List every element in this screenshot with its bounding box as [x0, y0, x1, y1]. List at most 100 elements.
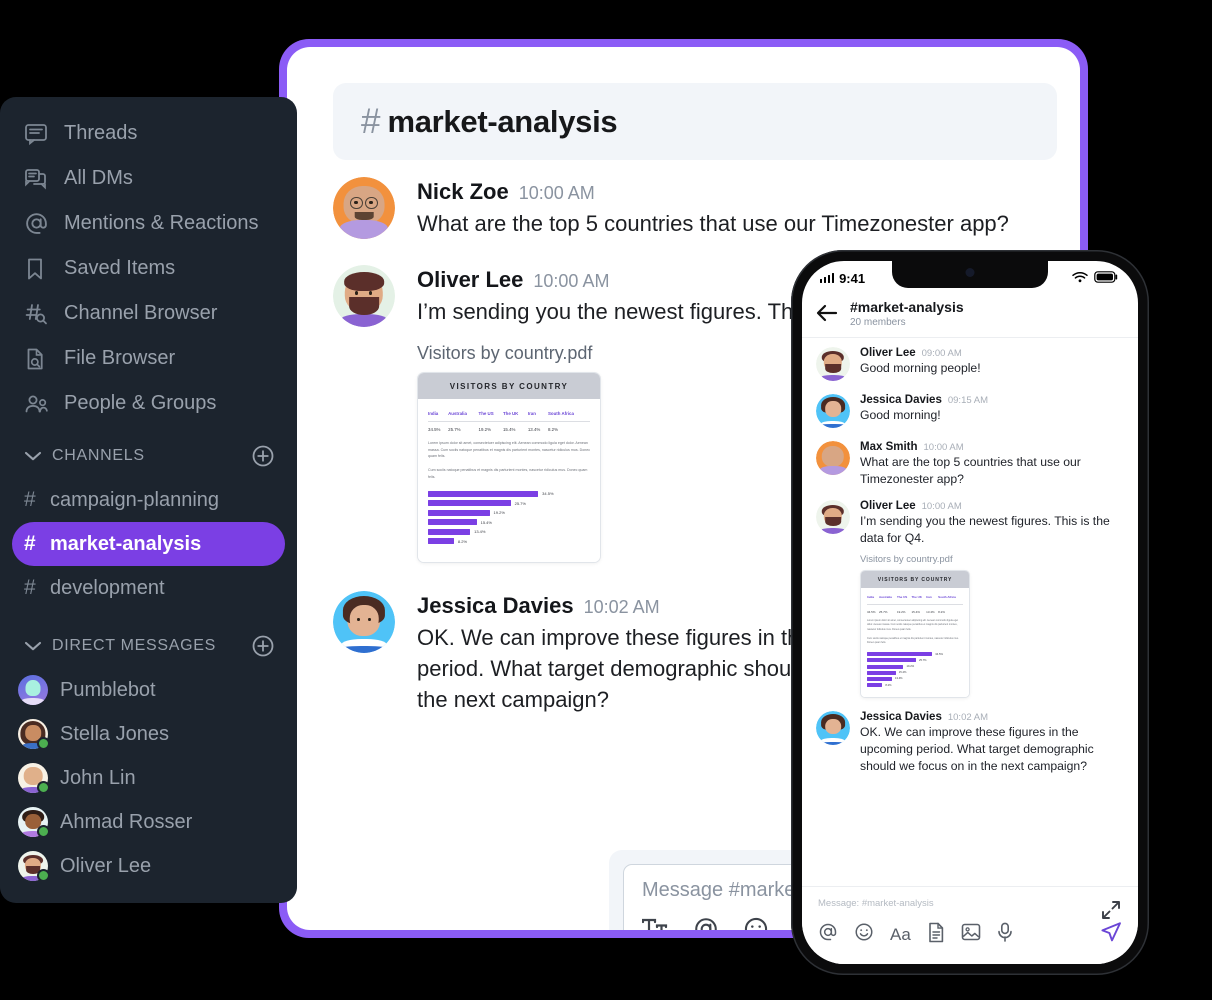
avatar	[18, 675, 48, 705]
sidebar-item-channel-browser[interactable]: Channel Browser	[0, 291, 297, 336]
pdf-title-band: VISITORS BY COUNTRY	[861, 571, 969, 589]
sidebar-item-mentions-reactions[interactable]: Mentions & Reactions	[0, 201, 297, 246]
sidebar-item-label: People & Groups	[64, 392, 217, 414]
message-author: Jessica Davies	[860, 711, 942, 724]
expand-icon[interactable]	[1100, 899, 1122, 926]
message-timestamp: 10:00 AM	[923, 441, 964, 453]
avatar[interactable]	[816, 440, 850, 475]
avatar[interactable]	[816, 346, 850, 381]
section-title: DIRECT MESSAGES	[52, 637, 217, 654]
bar-value: 25.7%	[918, 658, 927, 662]
page-title: market-analysis	[387, 103, 618, 139]
signal-icon	[820, 273, 835, 283]
add-dm-icon[interactable]	[251, 634, 275, 658]
avatar	[18, 851, 50, 882]
attachment-label[interactable]: Visitors by country.pdf	[860, 554, 1124, 565]
avatar[interactable]	[816, 711, 850, 746]
bar-row: 8.2%	[428, 538, 590, 545]
sidebar-channel-market-analysis[interactable]: # market-analysis	[12, 522, 285, 566]
bar-value: 8.2%	[457, 538, 468, 544]
table-header-row: India Australia The US The UK Iran South…	[428, 411, 590, 422]
pdf-title-band: VISITORS BY COUNTRY	[418, 373, 600, 400]
sidebar-item-saved-items[interactable]: Saved Items	[0, 246, 297, 291]
mention-icon[interactable]	[693, 916, 719, 930]
sidebar-item-file-browser[interactable]: File Browser	[0, 336, 297, 381]
emoji-icon[interactable]	[743, 916, 769, 930]
message-author: Jessica Davies	[860, 393, 942, 406]
bar-row: 15.4%	[428, 519, 590, 526]
pdf-paragraph: Cum sociis natoque penatibus et magnis d…	[428, 468, 588, 479]
bar-value: 13.4%	[474, 529, 486, 535]
bar-chart: 34.5% 25.7% 19.2% 15.4% 13.4% 8.2%	[428, 490, 590, 545]
dm-label: Stella Jones	[60, 722, 169, 745]
emoji-icon[interactable]	[854, 922, 874, 947]
channels-section-header[interactable]: CHANNELS	[0, 434, 297, 478]
chart-data-table: India Australia The US The UK Iran South…	[428, 411, 590, 433]
table-cell: 15.4%	[502, 421, 528, 433]
sidebar-dm-ahmad-rosser[interactable]: Ahmad Rosser	[0, 800, 297, 844]
message-timestamp: 09:15 AM	[947, 394, 988, 406]
microphone-icon[interactable]	[997, 922, 1013, 948]
sidebar-item-threads[interactable]: Threads	[0, 111, 297, 156]
back-arrow-icon[interactable]	[816, 304, 838, 322]
message-timestamp: 10:00 AM	[518, 183, 595, 203]
table-row: 34.5% 25.7% 19.2% 15.4% 13.4% 8.2%	[428, 421, 590, 433]
avatar[interactable]	[333, 590, 395, 653]
channel-label: development	[50, 576, 165, 599]
all-dms-icon	[24, 167, 54, 191]
channel-label: market-analysis	[50, 532, 202, 555]
avatar[interactable]	[816, 500, 850, 535]
message-author: Jessica Davies	[417, 592, 574, 618]
bar-row: 13.4%	[428, 528, 590, 535]
people-icon	[24, 393, 54, 415]
document-icon[interactable]	[927, 922, 945, 948]
bar-value: 8.2%	[885, 683, 892, 687]
device-notch	[892, 261, 1048, 288]
image-icon[interactable]	[961, 922, 981, 947]
table-cell: 13.4%	[527, 421, 548, 433]
mention-icon[interactable]	[818, 922, 838, 947]
wifi-icon	[1072, 271, 1088, 286]
table-header-cell: The UK	[502, 411, 519, 417]
sidebar-dm-pumblebot[interactable]: Pumblebot	[0, 668, 297, 712]
message-item: Jessica Davies 09:15 AM Good morning!	[802, 393, 1138, 428]
sidebar-dm-stella-jones[interactable]: Stella Jones	[0, 712, 297, 756]
mobile-message-input-placeholder[interactable]: Message: #market-analysis	[818, 898, 1122, 909]
mobile-app-screen: 9:41 #market-analysis 20 members Oliver …	[802, 261, 1138, 964]
sidebar: Threads All DMs Mentions & Reactions Sav…	[0, 97, 297, 903]
pdf-preview-card[interactable]: VISITORS BY COUNTRY India Australia The …	[860, 570, 970, 699]
file-search-icon	[24, 347, 54, 371]
bar-value: 19.2%	[493, 510, 505, 516]
bar-row: 34.5%	[428, 490, 590, 497]
sidebar-channel-campaign-planning[interactable]: # campaign-planning	[12, 478, 285, 522]
format-text-icon[interactable]: Aa	[890, 926, 911, 943]
direct-messages-section-header[interactable]: DIRECT MESSAGES	[0, 624, 297, 668]
hash-icon: #	[24, 576, 36, 599]
sidebar-item-label: All DMs	[64, 167, 133, 189]
avatar[interactable]	[816, 393, 850, 428]
mobile-message-list: Oliver Lee 09:00 AM Good morning people!…	[802, 338, 1138, 775]
bar-value: 19.2%	[906, 665, 915, 668]
pdf-paragraph: Lorem ipsum dolor sit amet, consectetuer…	[867, 619, 959, 631]
bar-row: 25.7%	[867, 658, 963, 663]
at-icon	[24, 211, 54, 236]
pdf-preview-card[interactable]: VISITORS BY COUNTRY India Australia The …	[417, 372, 601, 563]
message-text: I’m sending you the newest figures. This…	[860, 514, 1110, 546]
sidebar-dm-oliver-lee[interactable]: Oliver Lee	[0, 844, 297, 888]
sidebar-item-all-dms[interactable]: All DMs	[0, 156, 297, 201]
sidebar-dm-john-lin[interactable]: John Lin	[0, 756, 297, 800]
table-header-cell: South Africa	[938, 595, 956, 600]
avatar[interactable]	[333, 177, 395, 239]
sidebar-channel-development[interactable]: # development	[12, 566, 285, 610]
message-author: Oliver Lee	[860, 500, 916, 513]
table-header-row: India Australia The US The UK Iran South…	[867, 595, 963, 605]
table-cell: 8.2%	[938, 604, 963, 615]
channel-label: campaign-planning	[50, 488, 220, 511]
add-channel-icon[interactable]	[251, 444, 275, 468]
avatar[interactable]	[333, 265, 395, 328]
sidebar-item-people-groups[interactable]: People & Groups	[0, 381, 297, 426]
message-timestamp: 10:00 AM	[921, 501, 962, 513]
message-timestamp: 10:02 AM	[583, 596, 660, 617]
section-title: CHANNELS	[52, 447, 145, 464]
format-text-icon[interactable]	[642, 918, 669, 930]
